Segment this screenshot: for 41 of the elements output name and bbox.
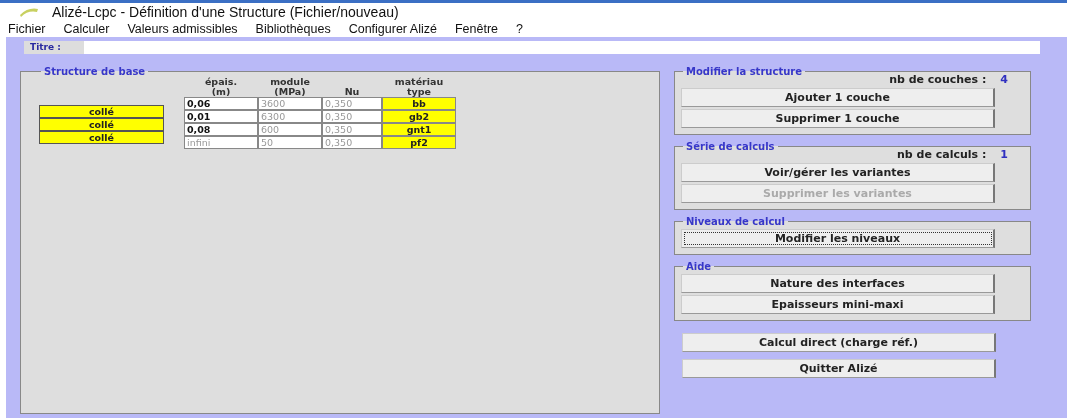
action-button[interactable]: Ajouter 1 couche bbox=[681, 88, 995, 107]
column-header: matériau type bbox=[393, 75, 445, 97]
panel-title: Structure de base bbox=[43, 66, 147, 77]
material-cell[interactable]: bb bbox=[382, 97, 456, 110]
panel-title: Niveaux de calcul bbox=[685, 216, 786, 227]
menu-item[interactable]: Configurer Alizé bbox=[348, 21, 437, 36]
column-header: module (MPa) bbox=[269, 75, 311, 97]
action-button[interactable]: Modifier les niveaux bbox=[681, 229, 995, 248]
count-label: nb de calculs : bbox=[897, 148, 987, 161]
panel-title: Modifier la structure bbox=[685, 66, 803, 77]
material-cell[interactable]: pf2 bbox=[382, 136, 456, 149]
thickness-cell[interactable]: 0,08 bbox=[184, 123, 258, 136]
menu-item[interactable]: Fichier bbox=[8, 21, 46, 36]
count-label: nb de couches : bbox=[889, 73, 987, 86]
material-cell[interactable]: gb2 bbox=[382, 110, 456, 123]
action-button[interactable]: Voir/gérer les variantes bbox=[681, 163, 995, 182]
action-button[interactable]: Nature des interfaces bbox=[681, 274, 995, 293]
material-cell[interactable]: gnt1 bbox=[382, 123, 456, 136]
column-header: épais. (m) bbox=[203, 75, 239, 97]
title-label: Titre : bbox=[24, 41, 84, 54]
action-button[interactable]: Supprimer 1 couche bbox=[681, 109, 995, 128]
menu-item[interactable]: Calculer bbox=[63, 21, 110, 36]
menu-item[interactable]: Bibliothèques bbox=[255, 21, 331, 36]
action-button[interactable]: Quitter Alizé bbox=[682, 359, 996, 378]
interface-label[interactable]: collé bbox=[39, 131, 164, 144]
interface-label[interactable]: collé bbox=[39, 105, 164, 118]
thickness-cell[interactable]: 0,01 bbox=[184, 110, 258, 123]
panel-title: Série de calculs bbox=[685, 141, 776, 152]
column-header: Nu bbox=[343, 85, 361, 97]
thickness-cell[interactable]: 0,06 bbox=[184, 97, 258, 110]
window-title: Alizé-Lcpc - Définition d'une Structure (Fichier/nouveau) bbox=[52, 3, 399, 20]
panel-title: Aide bbox=[685, 261, 713, 272]
count-value: 4 bbox=[1000, 73, 1008, 86]
action-button[interactable]: Calcul direct (charge réf.) bbox=[682, 333, 996, 352]
menu-item[interactable]: ? bbox=[516, 21, 523, 36]
menu-item[interactable]: Valeurs admissibles bbox=[127, 21, 238, 36]
menu-item[interactable]: Fenêtre bbox=[454, 21, 498, 36]
action-button[interactable]: Epaisseurs mini-maxi bbox=[681, 295, 995, 314]
interface-label[interactable]: collé bbox=[39, 118, 164, 131]
app-logo-icon bbox=[20, 6, 38, 17]
count-value: 1 bbox=[1000, 148, 1008, 161]
